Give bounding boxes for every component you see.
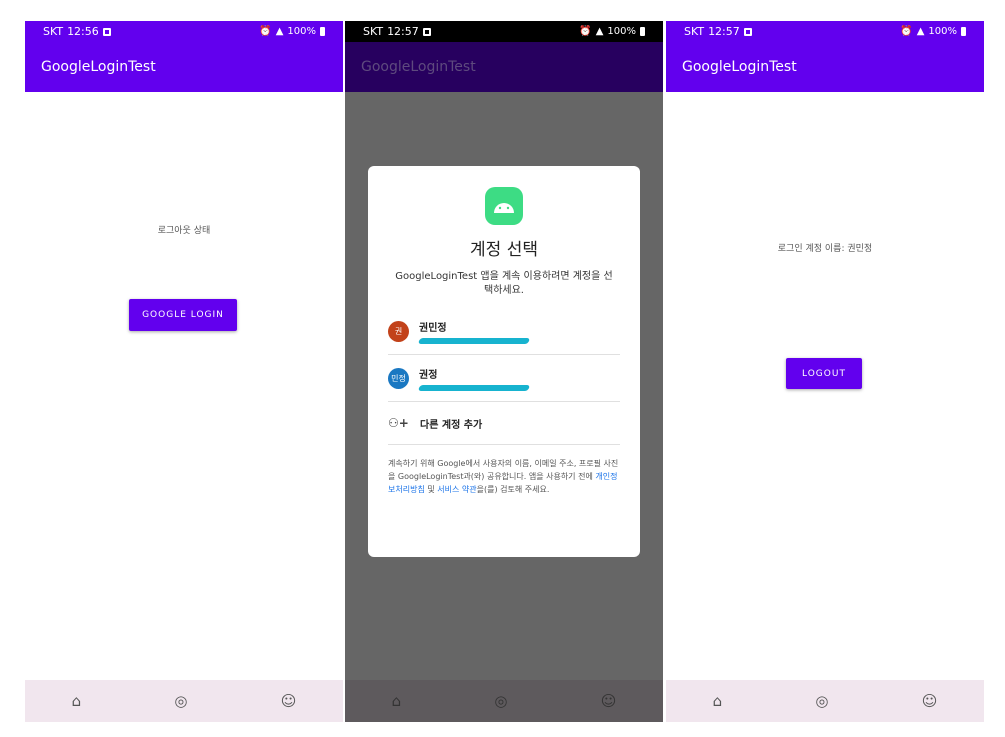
profile-icon[interactable]: ☺ xyxy=(281,692,297,710)
app-title: GoogleLoginTest xyxy=(41,59,156,75)
phone-screen-logged-out: SKT 12:56 ⏰ ▲ 100% GoogleLoginTest 로그아웃 상태 … xyxy=(25,21,343,722)
battery-label: 100% xyxy=(607,26,636,37)
app-title: GoogleLoginTest xyxy=(682,59,797,75)
battery-icon xyxy=(961,27,966,36)
clock: 12:57 xyxy=(708,25,740,38)
redacted-email xyxy=(417,384,531,391)
status-bar: SKT 12:57 ⏰ ▲ 100% xyxy=(666,21,984,42)
dish-icon[interactable]: ◎ xyxy=(815,692,828,710)
legal-text: 을(를) 검토해 주세요. xyxy=(476,485,550,494)
add-person-icon: ⚇+ xyxy=(388,416,409,430)
main-content: 로그인 계정 이름: 권민정 LOGOUT xyxy=(666,92,984,680)
app-title: GoogleLoginTest xyxy=(361,59,476,75)
avatar: 민정 xyxy=(388,367,409,389)
add-account-button[interactable]: ⚇+ 다른 계정 추가 xyxy=(388,402,620,445)
battery-icon xyxy=(640,27,645,36)
app-bar: GoogleLoginTest xyxy=(25,42,343,92)
carrier-label: SKT xyxy=(684,25,705,38)
status-bar: SKT 12:57 ⏰ ▲ 100% xyxy=(345,21,663,42)
profile-icon[interactable]: ☺ xyxy=(922,692,938,710)
main-content: 로그아웃 상태 GOOGLE LOGIN xyxy=(25,92,343,680)
battery-label: 100% xyxy=(287,26,316,37)
status-bar: SKT 12:56 ⏰ ▲ 100% xyxy=(25,21,343,42)
battery-label: 100% xyxy=(928,26,957,37)
terms-link[interactable]: 서비스 약관 xyxy=(437,485,476,494)
signal-icon: ▲ xyxy=(916,26,925,37)
home-icon[interactable]: ⌂ xyxy=(392,692,402,710)
phone-screen-logged-in: SKT 12:57 ⏰ ▲ 100% GoogleLoginTest 로그인 계정 이… xyxy=(666,21,984,722)
scrim[interactable]: 계정 선택 GoogleLoginTest 앱을 계속 이용하려면 계정을 선택… xyxy=(345,92,663,680)
redacted-email xyxy=(417,337,531,344)
account-item[interactable]: 민정 권정 xyxy=(388,355,620,402)
alarm-icon: ⏰ xyxy=(900,26,913,37)
carrier-label: SKT xyxy=(363,25,384,38)
bottom-nav: ⌂ ◎ ☺ xyxy=(345,680,663,722)
home-icon[interactable]: ⌂ xyxy=(713,692,723,710)
alarm-icon: ⏰ xyxy=(259,26,272,37)
google-login-button[interactable]: GOOGLE LOGIN xyxy=(129,299,237,331)
dish-icon[interactable]: ◎ xyxy=(494,692,507,710)
phone-screen-account-chooser: SKT 12:57 ⏰ ▲ 100% GoogleLoginTest 계정 선택 Go… xyxy=(345,21,663,722)
dialog-title: 계정 선택 xyxy=(470,240,538,260)
profile-icon[interactable]: ☺ xyxy=(601,692,617,710)
notification-icon xyxy=(102,27,111,36)
legal-text: 및 xyxy=(424,485,438,494)
notification-icon xyxy=(422,27,431,36)
clock: 12:56 xyxy=(67,25,99,38)
alarm-icon: ⏰ xyxy=(579,26,592,37)
account-chooser-dialog: 계정 선택 GoogleLoginTest 앱을 계속 이용하려면 계정을 선택… xyxy=(368,166,640,557)
signal-icon: ▲ xyxy=(275,26,284,37)
account-name: 권정 xyxy=(419,369,438,381)
login-status-text: 로그아웃 상태 xyxy=(157,226,211,236)
avatar: 권 xyxy=(388,320,409,342)
app-bar: GoogleLoginTest xyxy=(666,42,984,92)
account-name: 권민정 xyxy=(419,322,447,334)
account-item[interactable]: 권 권민정 xyxy=(388,308,620,355)
home-icon[interactable]: ⌂ xyxy=(72,692,82,710)
android-icon xyxy=(485,187,523,225)
legal-notice: 계속하기 위해 Google에서 사용자의 이름, 이메일 주소, 프로필 사진… xyxy=(388,457,620,496)
bottom-nav: ⌂ ◎ ☺ xyxy=(666,680,984,722)
battery-icon xyxy=(320,27,325,36)
signal-icon: ▲ xyxy=(595,26,604,37)
login-status-text: 로그인 계정 이름: 권민정 xyxy=(777,244,873,254)
add-account-label: 다른 계정 추가 xyxy=(420,419,483,431)
notification-icon xyxy=(743,27,752,36)
dialog-subtitle: GoogleLoginTest 앱을 계속 이용하려면 계정을 선택하세요. xyxy=(395,271,613,296)
carrier-label: SKT xyxy=(43,25,64,38)
logout-button[interactable]: LOGOUT xyxy=(786,358,862,389)
dish-icon[interactable]: ◎ xyxy=(174,692,187,710)
bottom-nav: ⌂ ◎ ☺ xyxy=(25,680,343,722)
app-bar: GoogleLoginTest xyxy=(345,42,663,92)
legal-text: 계속하기 위해 Google에서 사용자의 이름, 이메일 주소, 프로필 사진… xyxy=(388,459,619,481)
clock: 12:57 xyxy=(387,25,419,38)
